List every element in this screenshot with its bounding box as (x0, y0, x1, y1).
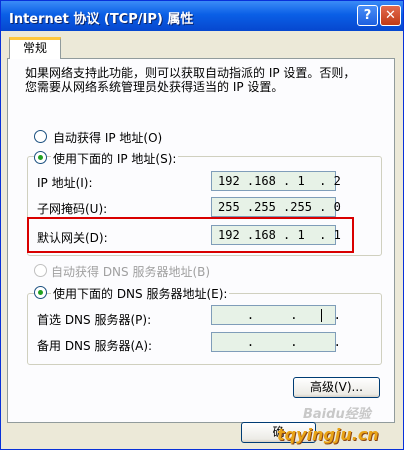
intro-text: 如果网络支持此功能，则可以获取自动指派的 IP 设置。否则， 您需要从网络系统管… (25, 66, 356, 94)
preferred-dns-label: 首选 DNS 服务器(P): (37, 313, 152, 327)
dns-group-box (27, 293, 382, 365)
help-button[interactable]: ? (357, 5, 378, 26)
gateway-highlight-box (27, 217, 354, 253)
alternate-dns-label: 备用 DNS 服务器(A): (37, 339, 153, 353)
advanced-button[interactable]: 高级(V)... (293, 377, 380, 398)
baidu-watermark: Baidu经验 (303, 407, 371, 422)
alternate-dns-field[interactable]: . . . (211, 332, 341, 352)
auto-dns-label: 自动获得 DNS 服务器地址(B) (51, 265, 211, 279)
tab-general[interactable]: 常规 (9, 37, 61, 59)
manual-ip-radio[interactable] (34, 151, 47, 164)
manual-ip-label: 使用下面的 IP 地址(S): (51, 150, 179, 167)
subnet-mask-label: 子网掩码(U): (37, 202, 108, 216)
close-button[interactable]: ✕ (380, 5, 401, 26)
ip-address-field[interactable]: 192 .168 . 1 . 2 (211, 171, 341, 191)
auto-dns-radio[interactable] (34, 264, 47, 277)
subnet-mask-field[interactable]: 255 .255 .255 . 0 (211, 197, 341, 217)
text-cursor (321, 309, 322, 322)
auto-ip-label: 自动获得 IP 地址(O) (53, 131, 163, 145)
preferred-dns-field[interactable]: . . . (211, 305, 341, 325)
auto-ip-radio[interactable] (34, 130, 47, 143)
manual-dns-radio[interactable] (34, 286, 47, 299)
manual-dns-label: 使用下面的 DNS 服务器地址(E): (51, 285, 230, 302)
title-bar[interactable]: Internet 协议 (TCP/IP) 属性 ? ✕ (1, 1, 403, 31)
tcpip-properties-dialog: Internet 协议 (TCP/IP) 属性 ? ✕ 常规 如果网络支持此功能… (0, 0, 404, 450)
ip-address-label: IP 地址(I): (37, 176, 93, 190)
site-watermark: tqyingju.cn (277, 425, 379, 444)
window-title: Internet 协议 (TCP/IP) 属性 (9, 12, 194, 27)
